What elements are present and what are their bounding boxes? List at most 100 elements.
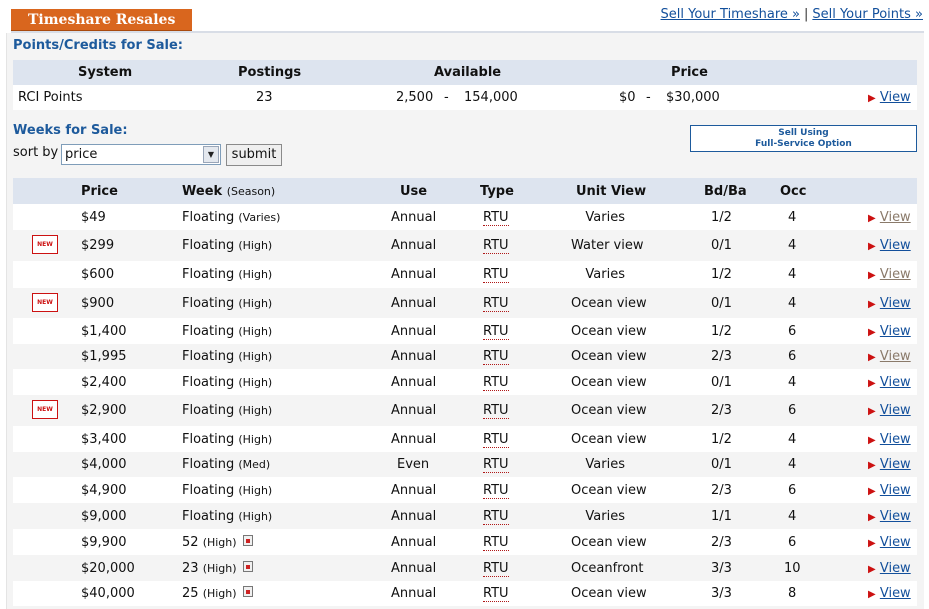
timeshare-resales-tab[interactable]: Timeshare Resales <box>11 9 192 32</box>
view-link-text[interactable]: View <box>880 403 911 418</box>
view-link-text[interactable]: View <box>880 586 911 601</box>
view-link-text[interactable]: View <box>880 457 911 472</box>
view-link-text[interactable]: View <box>880 210 911 225</box>
row-unit-view: Ocean view <box>571 349 647 364</box>
row-type[interactable]: RTU <box>483 324 509 340</box>
points-section-title: Points/Credits for Sale: <box>13 38 184 53</box>
row-price: $2,400 <box>81 375 127 390</box>
row-price: $900 <box>81 296 115 311</box>
sort-select[interactable]: price ▼ <box>61 144 221 165</box>
row-unit-view: Varies <box>585 210 625 225</box>
row-type[interactable]: RTU <box>483 509 509 525</box>
row-occ: 4 <box>788 296 797 311</box>
row-week: Floating (High) <box>182 432 272 447</box>
view-link[interactable]: ▶ View <box>868 561 911 576</box>
view-link[interactable]: ▶ View <box>868 267 911 282</box>
col-season-label: (Season) <box>226 185 276 198</box>
sell-timeshare-link[interactable]: Sell Your Timeshare » <box>661 7 800 22</box>
view-link[interactable]: ▶ View <box>868 403 911 418</box>
row-use: Annual <box>391 561 437 576</box>
row-type[interactable]: RTU <box>483 267 509 283</box>
row-type[interactable]: RTU <box>483 403 509 419</box>
row-use: Annual <box>391 403 437 418</box>
view-link-text[interactable]: View <box>880 349 911 364</box>
view-link[interactable]: ▶ View <box>868 535 911 550</box>
points-dash: - <box>646 90 651 105</box>
row-occ: 8 <box>788 586 797 601</box>
view-link-text[interactable]: View <box>880 296 911 311</box>
view-link-text[interactable]: View <box>880 535 911 550</box>
view-link[interactable]: ▶ View <box>868 296 911 311</box>
row-occ: 6 <box>788 403 797 418</box>
calendar-icon[interactable] <box>242 561 253 572</box>
view-link-text[interactable]: View <box>880 561 911 576</box>
view-link-text[interactable]: View <box>880 238 911 253</box>
row-unit-view: Ocean view <box>571 324 647 339</box>
view-link[interactable]: ▶ View <box>868 375 911 390</box>
calendar-icon[interactable] <box>242 535 253 546</box>
view-link[interactable]: ▶ View <box>868 586 911 601</box>
row-type[interactable]: RTU <box>483 483 509 499</box>
view-link[interactable]: ▶ View <box>868 238 911 253</box>
view-link[interactable]: ▶ View <box>868 349 911 364</box>
view-link-text[interactable]: View <box>880 509 911 524</box>
calendar-icon[interactable] <box>242 586 253 597</box>
row-type[interactable]: RTU <box>483 457 509 473</box>
view-link-text[interactable]: View <box>880 375 911 390</box>
row-week: Floating (Med) <box>182 457 270 472</box>
submit-button[interactable]: submit <box>226 144 282 166</box>
view-link-text[interactable]: View <box>880 90 911 105</box>
top-links: Sell Your Timeshare » | Sell Your Points » <box>661 7 923 22</box>
row-week-value: 23 <box>182 561 199 576</box>
row-bdba: 2/3 <box>711 483 732 498</box>
play-arrow-icon: ▶ <box>868 213 876 224</box>
row-use: Annual <box>391 535 437 550</box>
points-view-link[interactable]: ▶ View <box>868 90 911 105</box>
row-type[interactable]: RTU <box>483 210 509 226</box>
view-link-text[interactable]: View <box>880 267 911 282</box>
row-week-value: Floating <box>182 210 235 225</box>
row-type[interactable]: RTU <box>483 535 509 551</box>
row-type[interactable]: RTU <box>483 586 509 602</box>
row-use: Annual <box>391 586 437 601</box>
row-type[interactable]: RTU <box>483 375 509 391</box>
view-link[interactable]: ▶ View <box>868 210 911 225</box>
row-bdba: 0/1 <box>711 296 732 311</box>
view-link[interactable]: ▶ View <box>868 457 911 472</box>
row-week-value: Floating <box>182 457 235 472</box>
row-week: Floating (High) <box>182 375 272 390</box>
sell-full-service-button[interactable]: Sell Using Full-Service Option <box>690 125 917 152</box>
row-bdba: 2/3 <box>711 535 732 550</box>
view-link-text[interactable]: View <box>880 324 911 339</box>
row-type[interactable]: RTU <box>483 296 509 312</box>
chevron-down-icon[interactable]: ▼ <box>203 146 219 163</box>
view-link[interactable]: ▶ View <box>868 509 911 524</box>
row-occ: 6 <box>788 483 797 498</box>
row-type[interactable]: RTU <box>483 238 509 254</box>
row-bdba: 2/3 <box>711 403 732 418</box>
row-bdba: 3/3 <box>711 586 732 601</box>
row-occ: 10 <box>784 561 801 576</box>
sell-points-link[interactable]: Sell Your Points » <box>812 7 923 22</box>
play-arrow-icon: ▶ <box>868 460 876 471</box>
view-link-text[interactable]: View <box>880 483 911 498</box>
row-type[interactable]: RTU <box>483 432 509 448</box>
row-type[interactable]: RTU <box>483 349 509 365</box>
row-bdba: 1/2 <box>711 267 732 282</box>
row-type[interactable]: RTU <box>483 561 509 577</box>
play-arrow-icon: ▶ <box>868 327 876 338</box>
play-arrow-icon: ▶ <box>868 378 876 389</box>
view-link-text[interactable]: View <box>880 432 911 447</box>
row-occ: 4 <box>788 238 797 253</box>
view-link[interactable]: ▶ View <box>868 432 911 447</box>
col-occ: Occ <box>780 184 807 199</box>
play-arrow-icon: ▶ <box>868 435 876 446</box>
points-price-max: $30,000 <box>666 90 720 105</box>
row-season: (High) <box>202 562 237 575</box>
row-week: Floating (High) <box>182 324 272 339</box>
row-use: Even <box>397 457 430 472</box>
view-link[interactable]: ▶ View <box>868 324 911 339</box>
table-row: $3,400 Floating (High) Annual RTU Ocean view… <box>13 426 917 452</box>
col-price: Price <box>81 184 118 199</box>
view-link[interactable]: ▶ View <box>868 483 911 498</box>
